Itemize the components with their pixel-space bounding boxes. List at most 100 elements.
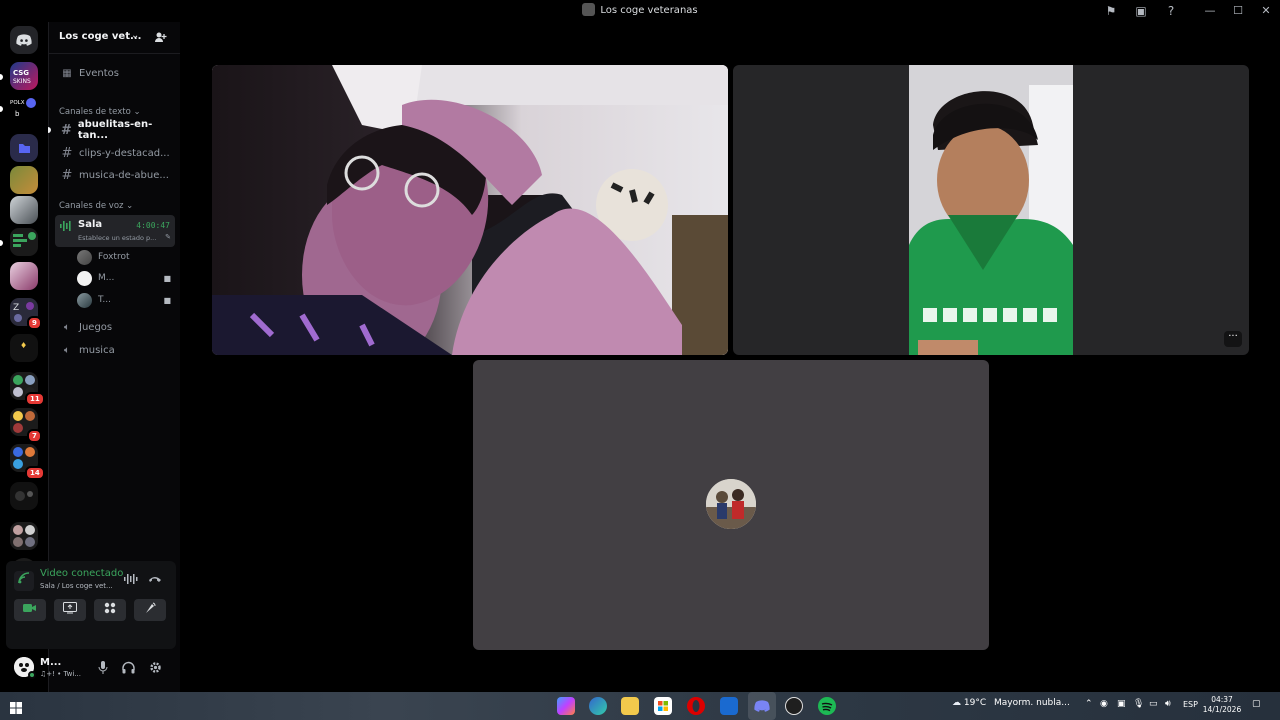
channel-name: clips-y-destacad... — [79, 147, 170, 159]
obs-icon[interactable] — [785, 697, 803, 715]
svg-text:b: b — [15, 110, 20, 118]
close-button[interactable]: ✕ — [1254, 3, 1278, 19]
invite-people-icon[interactable] — [153, 30, 167, 44]
user-panel: M... ♫+! • Twi... — [6, 648, 176, 688]
server-csgo-skins[interactable]: CSG SKINS — [10, 62, 38, 90]
notification-badge: 11 — [25, 392, 45, 406]
svg-text:CSG: CSG — [13, 69, 29, 77]
file-explorer-icon[interactable] — [621, 697, 639, 715]
share-screen-button[interactable] — [54, 599, 86, 621]
clock-date: 14/1/2026 — [1202, 705, 1242, 714]
voice-channel-active[interactable]: Sala 4:00:47 Establece un estado p... ✎ — [55, 215, 175, 247]
microphone-icon[interactable] — [96, 661, 110, 675]
voice-channel-name: Sala — [78, 219, 103, 230]
record-icon[interactable]: ◉ — [1100, 699, 1108, 709]
activities-button[interactable] — [94, 599, 126, 621]
pencil-icon[interactable]: ✎ — [165, 233, 171, 241]
category-text[interactable]: Canales de texto ⌄ — [59, 107, 141, 117]
video-tile-participant-3[interactable] — [473, 360, 989, 650]
events-item[interactable]: ▦ Eventos — [55, 63, 175, 83]
discord-window: Los coge veteranas ⚑ ▣ ? — ☐ ✕ CSG SKINS … — [0, 0, 1280, 720]
help-icon[interactable]: ? — [1163, 3, 1179, 19]
video-tile-participant-1[interactable] — [212, 65, 728, 355]
polx-label: POLX — [10, 100, 25, 106]
connection-location[interactable]: Sala / Los coge vet... — [40, 582, 113, 590]
camera-icon: ■ — [163, 273, 171, 283]
notifications-icon[interactable]: ▢ — [1252, 699, 1261, 709]
camera-button[interactable] — [14, 599, 46, 621]
network-icon[interactable]: ▭ — [1149, 699, 1158, 709]
opera-browser-icon[interactable] — [687, 697, 705, 715]
discord-home-icon[interactable] — [10, 26, 38, 54]
system-clock[interactable]: 04:37 14/1/2026 — [1202, 695, 1242, 715]
voice-channel[interactable]: 🔈︎ musica — [55, 340, 175, 360]
mail-icon[interactable] — [720, 697, 738, 715]
windows-taskbar: ☁ 19°C Mayorm. nubla... ⌃ ◉ ▣ 🎙︎ ▭ 🔊︎ ES… — [0, 692, 1280, 720]
speaker-icon: 🔈︎ — [64, 344, 70, 356]
inbox-icon[interactable]: ▣ — [1133, 3, 1149, 19]
hashtag-icon: # — [61, 145, 73, 161]
server-avatar-3[interactable] — [10, 228, 38, 256]
copilot-icon[interactable] — [557, 697, 575, 715]
server-polx[interactable]: POLX b — [10, 94, 38, 122]
server-folder-5[interactable] — [10, 522, 38, 550]
channel-name: Juegos — [79, 321, 113, 333]
chevron-up-icon[interactable]: ⌃ — [1085, 699, 1093, 709]
notification-badge: 9 — [27, 316, 42, 330]
video-tile-participant-2[interactable]: ··· — [733, 65, 1249, 355]
soundboard-button[interactable] — [134, 599, 166, 621]
text-channel[interactable]: # musica-de-abue... — [55, 165, 175, 185]
category-voice[interactable]: Canales de voz ⌄ — [59, 201, 133, 211]
set-status-link[interactable]: Establece un estado p... — [78, 234, 156, 242]
voice-member[interactable]: T... ■ — [77, 291, 177, 309]
server-avatar-7[interactable] — [10, 482, 38, 510]
voice-member[interactable]: M... ■ — [77, 269, 177, 287]
speaker-icon: 🔈︎ — [64, 321, 70, 333]
user-name[interactable]: M... — [40, 657, 61, 668]
server-header[interactable]: Los coge vet... ⌄ — [49, 22, 181, 54]
notification-badge: 14 — [25, 466, 45, 480]
microphone-tray-icon[interactable]: 🎙︎ — [1133, 699, 1144, 709]
volume-icon[interactable]: 🔊︎ — [1165, 699, 1171, 709]
video-stage: ··· — [180, 22, 1280, 692]
weather-widget[interactable]: ☁ 19°C Mayorm. nubla... — [952, 698, 1070, 708]
inbox-flag-icon[interactable]: ⚑ — [1103, 3, 1119, 19]
minimize-button[interactable]: — — [1198, 3, 1222, 19]
noise-suppression-icon[interactable] — [124, 573, 138, 588]
channel-name: musica — [79, 344, 115, 356]
gear-icon[interactable] — [148, 661, 162, 675]
cloud-sun-icon: ☁ — [952, 698, 961, 708]
language-indicator[interactable]: ESP — [1183, 700, 1198, 709]
svg-text:♦: ♦ — [20, 341, 27, 350]
hashtag-icon: # — [61, 167, 73, 183]
server-avatar-2[interactable] — [10, 196, 38, 224]
windows-start-icon[interactable] — [10, 699, 22, 714]
participant-avatar — [706, 479, 756, 529]
connection-status[interactable]: Video conectado — [40, 568, 123, 579]
weather-temp: 19°C — [963, 698, 987, 708]
text-channel[interactable]: # abuelitas-en-tan... — [55, 119, 175, 141]
server-avatar-1[interactable] — [10, 166, 38, 194]
server-folder[interactable] — [10, 134, 38, 162]
text-channel[interactable]: # clips-y-destacad... — [55, 143, 175, 163]
microsoft-store-icon[interactable] — [654, 697, 672, 715]
camera-tray-icon[interactable]: ▣ — [1117, 699, 1126, 709]
disconnect-icon[interactable] — [148, 573, 162, 588]
more-options-button[interactable]: ··· — [1224, 331, 1242, 347]
voice-channel[interactable]: 🔈︎ Juegos — [55, 317, 175, 337]
voice-member[interactable]: Foxtrot — [77, 248, 177, 266]
server-name: Los coge vet... — [59, 31, 142, 42]
member-name: Foxtrot — [98, 252, 130, 262]
connection-signal-icon[interactable] — [14, 571, 34, 591]
server-avatar-4[interactable] — [10, 262, 38, 290]
edge-browser-icon[interactable] — [589, 697, 607, 715]
chevron-down-icon[interactable]: ⌄ — [131, 30, 139, 41]
discord-taskbar-active[interactable] — [748, 692, 776, 720]
spotify-icon[interactable] — [818, 697, 836, 715]
headphones-icon[interactable] — [121, 661, 135, 675]
server-avatar-6[interactable]: ♦ — [10, 334, 38, 362]
events-label: Eventos — [79, 67, 119, 79]
maximize-button[interactable]: ☐ — [1226, 3, 1250, 19]
avatar — [77, 249, 92, 265]
weather-description: Mayorm. nubla... — [994, 698, 1070, 708]
